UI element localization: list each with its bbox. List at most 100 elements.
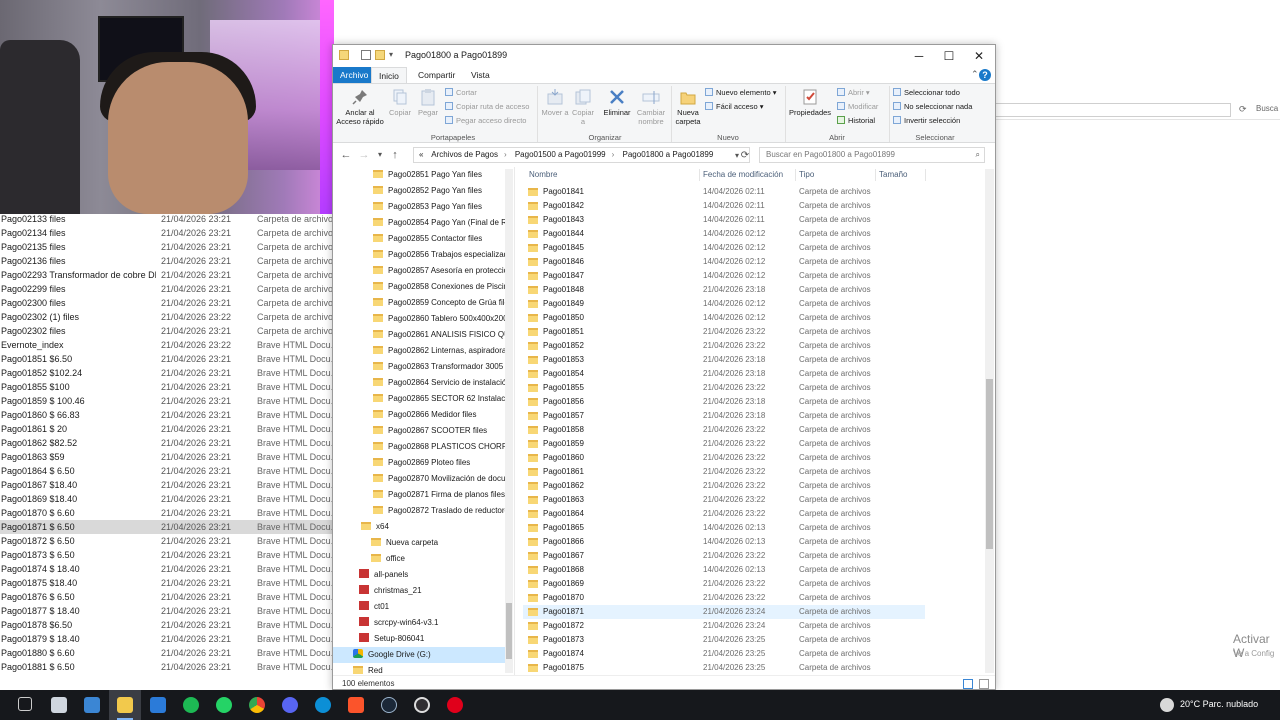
tree-item[interactable]: Pago02861 ANALISIS FISICO QUIM xyxy=(333,327,505,343)
file-row[interactable]: Pago01841 14/04/2026 02:11 Carpeta de arch… xyxy=(523,185,925,199)
file-row[interactable]: Pago01854 21/04/2026 23:18 Carpeta de arch… xyxy=(523,367,925,381)
background-list-row[interactable]: Pago01869 $18.40 21/04/2026 23:21 Brave HT… xyxy=(0,492,334,506)
tree-item[interactable]: Pago02866 Medidor files xyxy=(333,407,505,423)
cut-button[interactable]: Cortar xyxy=(445,88,477,98)
tree-item[interactable]: Google Drive (G:) xyxy=(333,647,505,663)
title-bar[interactable]: ▾ Pago01800 a Pago01899 ─ ☐ ✕ xyxy=(333,45,995,67)
easy-access-button[interactable]: Fácil acceso ▾ xyxy=(705,102,764,112)
properties-button[interactable]: Propiedades xyxy=(787,88,833,117)
background-list-row[interactable]: Pago01863 $59 21/04/2026 23:21 Brave HTML … xyxy=(0,450,334,464)
move-to-button[interactable]: Mover a xyxy=(541,88,569,117)
paste-shortcut-button[interactable]: Pegar acceso directo xyxy=(445,116,526,126)
spotify-icon[interactable] xyxy=(183,697,199,713)
file-row[interactable]: Pago01846 14/04/2026 02:12 Carpeta de arch… xyxy=(523,255,925,269)
tree-item[interactable]: ct01 xyxy=(333,599,505,615)
steam-icon[interactable] xyxy=(381,697,397,713)
tree-item[interactable]: Red xyxy=(333,663,505,675)
background-list-row[interactable]: Pago01877 $ 18.40 21/04/2026 23:21 Brave H… xyxy=(0,604,334,618)
breadcrumb-archivos-de-pagos[interactable]: Archivos de Pagos xyxy=(431,150,498,159)
new-folder-quick-icon[interactable] xyxy=(375,50,385,60)
column-header-size[interactable]: Tamaño xyxy=(879,167,907,183)
background-list-row[interactable]: Pago02299 files 21/04/2026 23:21 Carpeta d… xyxy=(0,282,334,296)
background-list-row[interactable]: Pago01852 $102.24 21/04/2026 23:21 Brave H… xyxy=(0,366,334,380)
tree-item[interactable]: Pago02854 Pago Yan (Final de ROB xyxy=(333,215,505,231)
file-row[interactable]: Pago01862 21/04/2026 23:22 Carpeta de arch… xyxy=(523,479,925,493)
background-list-row[interactable]: Pago01867 $18.40 21/04/2026 23:21 Brave HT… xyxy=(0,478,334,492)
tree-item[interactable]: Pago02865 SECTOR 62 Instalación xyxy=(333,391,505,407)
file-row[interactable]: Pago01843 14/04/2026 02:11 Carpeta de arch… xyxy=(523,213,925,227)
copy-to-button[interactable]: Copiar a xyxy=(569,88,597,126)
file-row[interactable]: Pago01858 21/04/2026 23:22 Carpeta de arch… xyxy=(523,423,925,437)
background-list-row[interactable]: Pago01879 $ 18.40 21/04/2026 23:21 Brave H… xyxy=(0,632,334,646)
file-row[interactable]: Pago01853 21/04/2026 23:18 Carpeta de arch… xyxy=(523,353,925,367)
file-row[interactable]: Pago01851 21/04/2026 23:22 Carpeta de arch… xyxy=(523,325,925,339)
background-list-row[interactable]: Pago01875 $18.40 21/04/2026 23:21 Brave HT… xyxy=(0,576,334,590)
file-row[interactable]: Pago01867 21/04/2026 23:22 Carpeta de arch… xyxy=(523,549,925,563)
forward-arrow-icon[interactable]: → xyxy=(357,148,371,162)
tree-item[interactable]: Pago02857 Asesoría en protección xyxy=(333,263,505,279)
breadcrumb-pago01500[interactable]: Pago01500 a Pago01999 xyxy=(515,150,606,159)
copy-path-button[interactable]: Copiar ruta de acceso xyxy=(445,102,529,112)
file-row[interactable]: Pago01857 21/04/2026 23:18 Carpeta de arch… xyxy=(523,409,925,423)
details-view-icon[interactable] xyxy=(963,679,973,689)
background-list-row[interactable]: Pago02135 files 21/04/2026 23:21 Carpeta d… xyxy=(0,240,334,254)
breadcrumb-overflow[interactable]: « xyxy=(419,150,423,159)
mail-icon[interactable] xyxy=(150,697,166,713)
new-folder-button[interactable]: Nueva carpeta xyxy=(673,88,703,126)
large-icons-view-icon[interactable] xyxy=(979,679,989,689)
file-explorer-icon[interactable] xyxy=(51,697,67,713)
tree-item[interactable]: Pago02864 Servicio de instalación xyxy=(333,375,505,391)
copy-button[interactable]: Copiar xyxy=(387,88,413,117)
background-list-row[interactable]: Pago01860 $ 66.83 21/04/2026 23:21 Brave H… xyxy=(0,408,334,422)
file-row[interactable]: Pago01875 21/04/2026 23:25 Carpeta de arch… xyxy=(523,661,925,675)
invert-selection-button[interactable]: Invertir selección xyxy=(893,116,960,126)
file-row[interactable]: Pago01863 21/04/2026 23:22 Carpeta de arch… xyxy=(523,493,925,507)
close-button[interactable]: ✕ xyxy=(963,45,995,67)
file-row[interactable]: Pago01868 14/04/2026 02:13 Carpeta de arch… xyxy=(523,563,925,577)
chevron-down-icon[interactable]: ▾ xyxy=(389,50,399,60)
collapse-ribbon-icon[interactable]: ⌃ xyxy=(971,69,979,80)
tree-item[interactable]: Pago02870 Movilización de docun xyxy=(333,471,505,487)
tree-item[interactable]: Pago02872 Traslado de reductores xyxy=(333,503,505,519)
background-list-row[interactable]: Pago01870 $ 6.60 21/04/2026 23:21 Brave HT… xyxy=(0,506,334,520)
background-list-row[interactable]: Pago01864 $ 6.50 21/04/2026 23:21 Brave HT… xyxy=(0,464,334,478)
breadcrumb-pago01800[interactable]: Pago01800 a Pago01899 xyxy=(623,150,714,159)
edge-icon[interactable] xyxy=(315,697,331,713)
tree-item[interactable]: Pago02852 Pago Yan files xyxy=(333,183,505,199)
background-list-row[interactable]: Pago02134 files 21/04/2026 23:21 Carpeta d… xyxy=(0,226,334,240)
store-icon[interactable] xyxy=(84,697,100,713)
file-row[interactable]: Pago01874 21/04/2026 23:25 Carpeta de arch… xyxy=(523,647,925,661)
file-row[interactable]: Pago01860 21/04/2026 23:22 Carpeta de arch… xyxy=(523,451,925,465)
select-all-button[interactable]: Seleccionar todo xyxy=(893,88,960,98)
file-row[interactable]: Pago01869 21/04/2026 23:22 Carpeta de arch… xyxy=(523,577,925,591)
explorer-folder-icon[interactable] xyxy=(117,697,133,713)
background-list-row[interactable]: Pago02293 Transformador de cobre DELC...… xyxy=(0,268,334,282)
tree-item[interactable]: Pago02869 Ploteo files xyxy=(333,455,505,471)
search-input[interactable]: Buscar en Pago01800 a Pago01899 ⌕ xyxy=(759,147,985,163)
file-row[interactable]: Pago01852 21/04/2026 23:22 Carpeta de arch… xyxy=(523,339,925,353)
tree-item[interactable]: Pago02856 Trabajos especializados xyxy=(333,247,505,263)
background-list-row[interactable]: Pago01861 $ 20 21/04/2026 23:21 Brave HTML… xyxy=(0,422,334,436)
weather-cloud-icon[interactable] xyxy=(1160,698,1174,712)
tree-item[interactable]: Pago02868 PLASTICOS CHORRILL xyxy=(333,439,505,455)
background-list-row[interactable]: Pago02302 (1) files 21/04/2026 23:22 Carpe… xyxy=(0,310,334,324)
background-list-row[interactable]: Evernote_index 21/04/2026 23:22 Brave HTML… xyxy=(0,338,334,352)
file-row[interactable]: Pago01870 21/04/2026 23:22 Carpeta de arch… xyxy=(523,591,925,605)
background-list-row[interactable]: Pago02302 files 21/04/2026 23:21 Carpeta d… xyxy=(0,324,334,338)
background-list-row[interactable]: Pago01876 $ 6.50 21/04/2026 23:21 Brave HT… xyxy=(0,590,334,604)
tree-item[interactable]: Pago02867 SCOOTER files xyxy=(333,423,505,439)
background-list-row[interactable]: Pago01859 $ 100.46 21/04/2026 23:21 Brave … xyxy=(0,394,334,408)
address-bar[interactable]: « Archivos de Pagos › Pago01500 a Pago019… xyxy=(413,147,750,163)
discord-icon[interactable] xyxy=(282,697,298,713)
recent-chevron-icon[interactable]: ▾ xyxy=(373,148,387,162)
background-list-row[interactable]: Pago01851 $6.50 21/04/2026 23:21 Brave HTM… xyxy=(0,352,334,366)
brave-icon[interactable] xyxy=(348,697,364,713)
obs-icon[interactable] xyxy=(414,697,430,713)
whatsapp-icon[interactable] xyxy=(216,697,232,713)
file-row[interactable]: Pago01849 14/04/2026 02:12 Carpeta de arch… xyxy=(523,297,925,311)
maximize-button[interactable]: ☐ xyxy=(933,45,965,67)
file-row[interactable]: Pago01850 14/04/2026 02:12 Carpeta de arch… xyxy=(523,311,925,325)
tree-item[interactable]: Setup-806041 xyxy=(333,631,505,647)
tab-compartir[interactable]: Compartir xyxy=(411,67,462,83)
tree-item[interactable]: Pago02855 Contactor files xyxy=(333,231,505,247)
